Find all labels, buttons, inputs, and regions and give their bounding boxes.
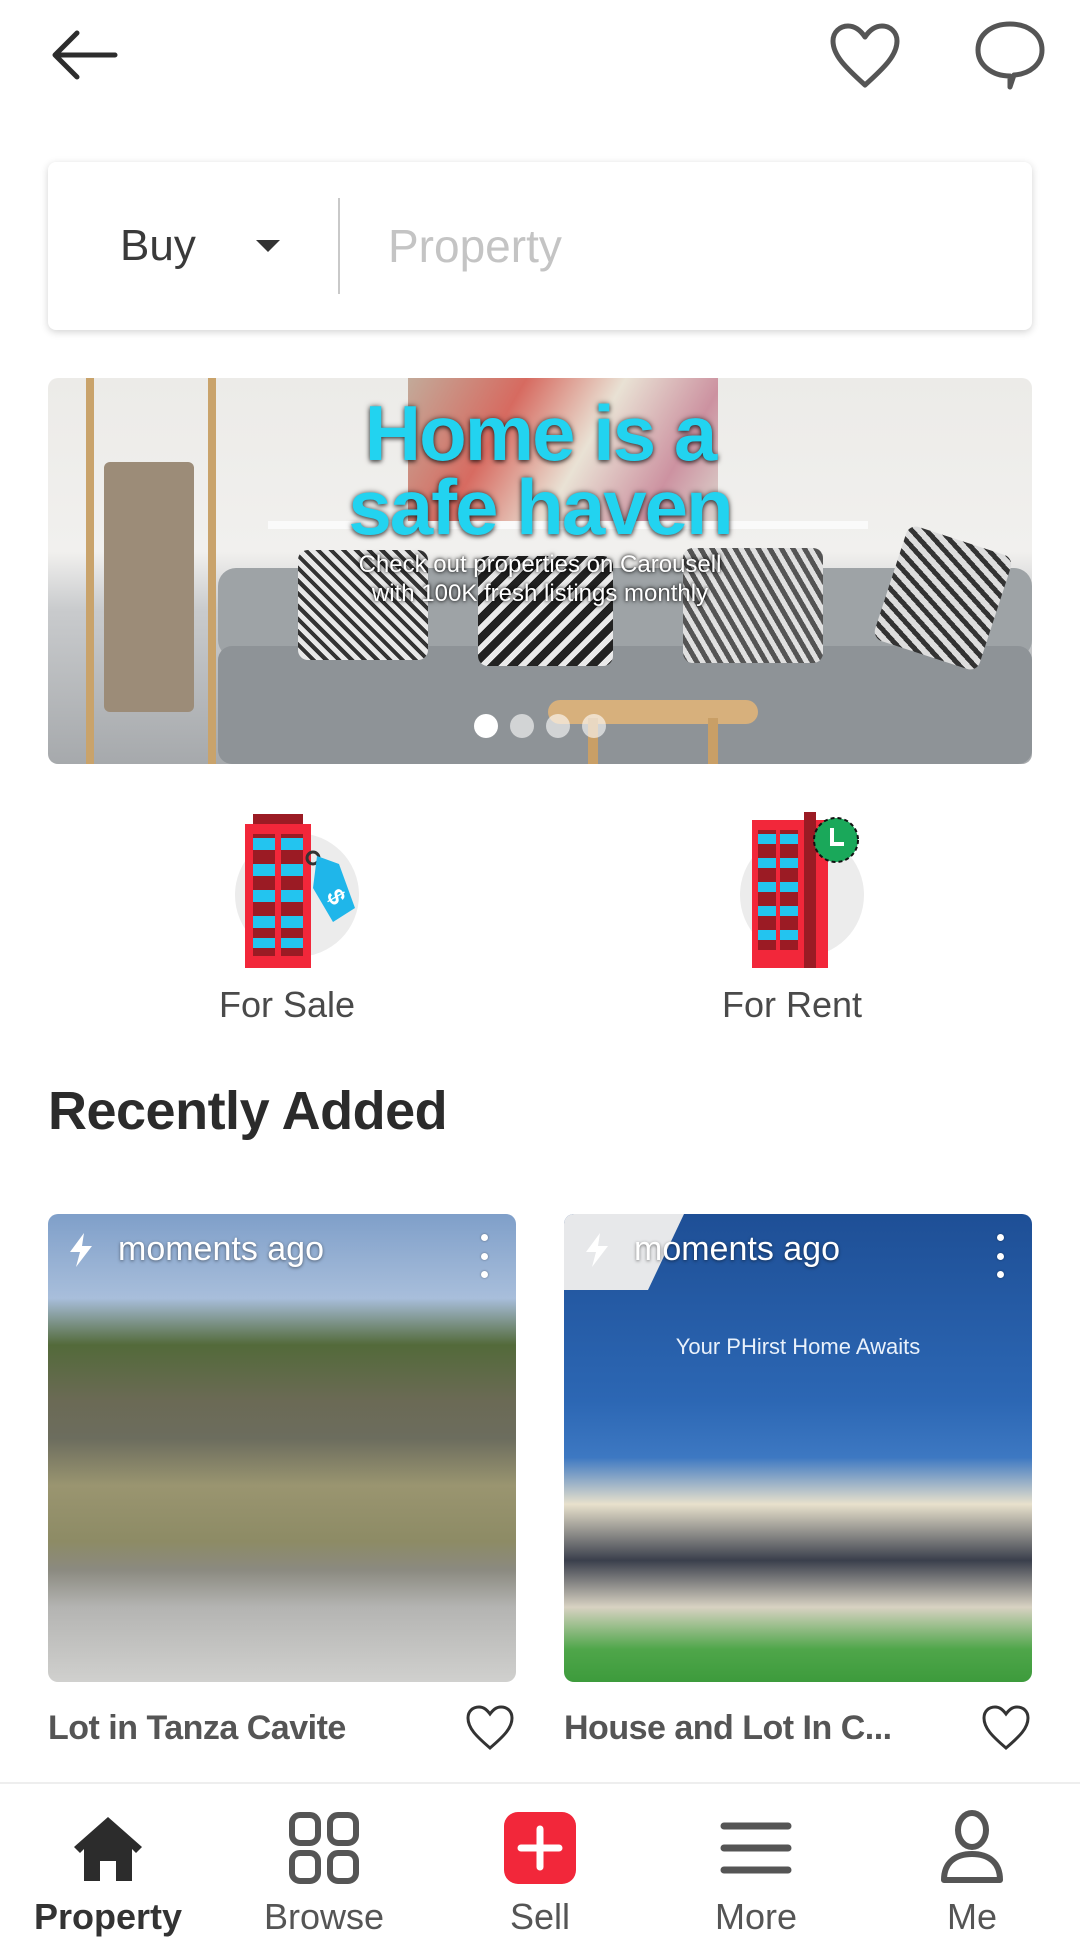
carousel-dot-1[interactable] xyxy=(474,714,498,738)
more-options-icon[interactable] xyxy=(474,1234,494,1278)
carousel-dot-4[interactable] xyxy=(582,714,606,738)
menu-icon xyxy=(720,1822,792,1874)
listing-time-text: moments ago xyxy=(118,1230,324,1268)
nav-label: Property xyxy=(33,1896,183,1937)
chat-button[interactable] xyxy=(962,14,1058,98)
property-categories: $ For Sale For Rent xyxy=(0,800,1080,1040)
like-heart-icon[interactable] xyxy=(980,1702,1032,1754)
listing-title[interactable]: Lot in Tanza Cavite xyxy=(48,1709,346,1748)
category-for-sale[interactable]: $ For Sale xyxy=(137,800,437,1040)
search-input[interactable] xyxy=(340,162,1032,330)
listing-photo[interactable]: moments ago xyxy=(48,1214,516,1682)
lightning-bolt-icon xyxy=(70,1232,92,1267)
nav-label: Sell xyxy=(509,1896,571,1937)
plus-square-icon xyxy=(504,1812,576,1884)
banner-subtext: Check out properties on Carousell with 1… xyxy=(48,550,1032,608)
promo-banner[interactable]: Home is a safe haven Check out propertie… xyxy=(48,378,1032,764)
nav-property[interactable]: Property xyxy=(0,1784,216,1943)
recently-added-heading: Recently Added xyxy=(48,1081,448,1141)
banner-subtext-line2: with 100K fresh listings monthly xyxy=(371,580,709,607)
nav-more[interactable]: More xyxy=(648,1784,864,1943)
carousel-dot-3[interactable] xyxy=(546,714,570,738)
carousel-indicator xyxy=(48,714,1032,738)
home-icon xyxy=(74,1817,142,1881)
lightning-bolt-icon xyxy=(586,1232,608,1267)
category-for-rent[interactable]: For Rent xyxy=(642,800,942,1040)
caret-down-icon xyxy=(255,240,280,252)
banner-headline-line1: Home is a xyxy=(364,389,717,477)
listing-image-caption: Your PHirst Home Awaits xyxy=(675,1334,921,1359)
user-icon xyxy=(941,1810,1003,1883)
more-options-icon[interactable] xyxy=(990,1234,1010,1278)
listing-card[interactable]: moments ago Lot in Tanza Cavite PHP1,640… xyxy=(48,1214,516,1822)
nav-label: Me xyxy=(946,1896,997,1937)
listing-mode-dropdown[interactable]: Buy xyxy=(48,162,338,330)
banner-headline: Home is a safe haven xyxy=(48,389,1032,551)
listing-card[interactable]: Your PHirst Home Awaits moments ago Hous… xyxy=(564,1214,1032,1822)
listing-title[interactable]: House and Lot In C... xyxy=(564,1709,892,1748)
nav-me[interactable]: Me xyxy=(864,1784,1080,1943)
building-clock-icon xyxy=(712,800,872,970)
listing-mode-value: Buy xyxy=(120,221,196,270)
category-label: For Rent xyxy=(721,984,863,1025)
nav-label: Browse xyxy=(263,1896,385,1937)
listing-time-text: moments ago xyxy=(634,1230,840,1268)
back-button[interactable] xyxy=(40,20,130,90)
heart-outline-icon xyxy=(830,23,900,88)
listing-photo[interactable]: Your PHirst Home Awaits moments ago xyxy=(564,1214,1032,1682)
chat-bubble-icon xyxy=(975,21,1045,90)
nav-sell[interactable]: Sell xyxy=(432,1784,648,1943)
top-bar xyxy=(0,0,1080,110)
arrow-left-icon xyxy=(52,30,118,80)
carousel-dot-2[interactable] xyxy=(510,714,534,738)
nav-label: More xyxy=(714,1896,798,1937)
banner-subtext-line1: Check out properties on Carousell xyxy=(358,551,722,578)
building-price-tag-icon: $ xyxy=(207,800,367,970)
like-heart-icon[interactable] xyxy=(464,1702,516,1754)
banner-headline-line2: safe haven xyxy=(348,463,733,551)
grid-icon xyxy=(289,1812,359,1884)
nav-browse[interactable]: Browse xyxy=(216,1784,432,1943)
search-bar: Buy xyxy=(48,162,1032,330)
category-label: For Sale xyxy=(218,984,356,1025)
favorites-button[interactable] xyxy=(820,14,910,98)
listing-timestamp: moments ago xyxy=(582,1230,840,1269)
bottom-navigation: Property Browse Sell More Me xyxy=(0,1782,1080,1943)
listing-timestamp: moments ago xyxy=(66,1230,324,1269)
